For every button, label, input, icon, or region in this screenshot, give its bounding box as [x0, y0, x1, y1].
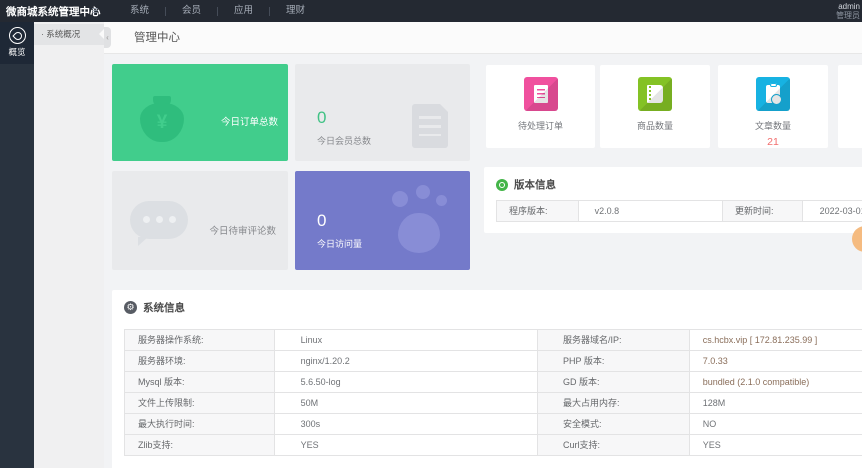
paw-icon: [390, 187, 452, 255]
user-name: admin: [836, 2, 860, 11]
version-label: 程序版本:: [497, 201, 579, 221]
update-time-label: 更新时间:: [723, 201, 803, 221]
gear-icon: ⚙: [124, 301, 137, 314]
table-row: Mysql 版本: 5.6.50-log GD 版本: bundled (2.1…: [125, 372, 862, 393]
system-panel-title: 系统信息: [143, 300, 185, 315]
table-row: 最大执行时间: 300s 安全模式: NO: [125, 414, 862, 435]
stat-card-visits-today: 0 今日访问量: [295, 171, 470, 270]
system-info-panel: ⚙ 系统信息 服务器操作系统: Linux 服务器域名/IP: cs.hcbx.…: [112, 290, 862, 468]
nav-item-member[interactable]: 会员: [166, 0, 217, 22]
version-table: 程序版本: v2.0.8 更新时间: 2022-03-01: [496, 200, 862, 222]
row-label: PHP 版本:: [538, 351, 690, 371]
quick-card-pending-orders[interactable]: 待处理订单: [486, 65, 595, 148]
quick-card-label: 文章数量: [718, 119, 828, 132]
app-title: 微商城系统管理中心: [0, 4, 84, 19]
row-label: 最大占用内存:: [538, 393, 690, 413]
gauge-icon: [9, 27, 26, 44]
main-content: ‹ 管理中心 ¥ 今日订单总数 0 今日会员总数 今日待审评论数 0 今日访问量…: [104, 22, 862, 468]
stat-label: 今日会员总数: [317, 134, 371, 147]
table-row: 服务器环境: nginx/1.20.2 PHP 版本: 7.0.33: [125, 351, 862, 372]
row-label: 服务器操作系统:: [125, 330, 275, 350]
sidebar-collapse-handle[interactable]: ‹: [104, 27, 111, 48]
table-row: 程序版本: v2.0.8 更新时间: 2022-03-01: [497, 201, 862, 222]
stat-value: 0: [317, 211, 326, 231]
row-value: nginx/1.20.2: [275, 351, 538, 371]
row-value: NO: [690, 414, 862, 434]
row-value: 50M: [275, 393, 538, 413]
row-label: GD 版本:: [538, 372, 690, 392]
user-menu[interactable]: admin 管理员: [836, 2, 860, 20]
page-title: 管理中心: [134, 22, 180, 54]
row-label: 服务器域名/IP:: [538, 330, 690, 350]
sidebar-item-system-overview[interactable]: · 系统概况: [34, 24, 104, 45]
quick-card-label: 商品数量: [600, 119, 710, 132]
stat-label: 今日访问量: [317, 237, 362, 250]
row-value: YES: [690, 435, 862, 455]
quick-card-article-count[interactable]: 文章数量 21: [718, 65, 828, 148]
table-row: 文件上传限制: 50M 最大占用内存: 128M: [125, 393, 862, 414]
hamburger-icon[interactable]: ≡: [84, 5, 106, 17]
version-icon: [496, 179, 508, 191]
table-row: 服务器操作系统: Linux 服务器域名/IP: cs.hcbx.vip [ 1…: [125, 330, 862, 351]
page-header: ‹ 管理中心: [104, 22, 862, 54]
row-label: 最大执行时间:: [125, 414, 275, 434]
version-panel-title: 版本信息: [514, 177, 556, 192]
rail-item-overview[interactable]: 概览: [0, 22, 34, 64]
row-label: 文件上传限制:: [125, 393, 275, 413]
row-label: Mysql 版本:: [125, 372, 275, 392]
row-value: 7.0.33: [690, 351, 862, 371]
user-role: 管理员: [836, 11, 860, 20]
top-nav: 系统 会员 应用 理财: [114, 0, 321, 22]
version-info-panel: 版本信息 程序版本: v2.0.8 更新时间: 2022-03-01: [484, 167, 862, 233]
version-value: v2.0.8: [579, 201, 723, 221]
left-rail: 概览: [0, 22, 34, 468]
stat-card-orders-today: ¥ 今日订单总数: [112, 64, 288, 161]
row-value: 128M: [690, 393, 862, 413]
row-label: Curl支持:: [538, 435, 690, 455]
secondary-sidebar: · 系统概况: [34, 22, 104, 468]
table-row: Zlib支持: YES Curl支持: YES: [125, 435, 862, 456]
stat-label: 今日待审评论数: [209, 223, 276, 237]
row-label: 服务器环境:: [125, 351, 275, 371]
update-time-value: 2022-03-01: [803, 201, 862, 221]
selected-notch: [99, 29, 104, 39]
row-value: cs.hcbx.vip [ 172.81.235.99 ]: [690, 330, 862, 350]
money-bag-icon: ¥: [140, 96, 184, 142]
stat-card-members-today: 0 今日会员总数: [295, 64, 470, 161]
sidebar-item-label: · 系统概况: [41, 29, 80, 39]
stat-card-pending-comments: 今日待审评论数: [112, 171, 288, 270]
row-value: Linux: [275, 330, 538, 350]
product-count-icon: [638, 77, 672, 111]
chat-bubble-icon: [130, 201, 188, 241]
nav-item-system[interactable]: 系统: [114, 0, 165, 22]
quick-card-cutoff[interactable]: [838, 65, 862, 148]
article-count-icon: [756, 77, 790, 111]
article-count-value: 21: [718, 136, 828, 148]
row-label: 安全模式:: [538, 414, 690, 434]
quick-card-product-count[interactable]: 商品数量: [600, 65, 710, 148]
row-value: YES: [275, 435, 538, 455]
document-icon: [412, 104, 448, 148]
quick-card-label: 待处理订单: [486, 119, 595, 132]
stat-label: 今日订单总数: [221, 114, 278, 128]
pending-orders-icon: [524, 77, 558, 111]
nav-item-finance[interactable]: 理财: [270, 0, 321, 22]
stat-value: 0: [317, 108, 326, 128]
row-label: Zlib支持:: [125, 435, 275, 455]
row-value: 300s: [275, 414, 538, 434]
row-value: 5.6.50-log: [275, 372, 538, 392]
system-info-table: 服务器操作系统: Linux 服务器域名/IP: cs.hcbx.vip [ 1…: [124, 329, 862, 456]
rail-item-label: 概览: [0, 46, 34, 58]
topbar: 微商城系统管理中心 ≡ 系统 会员 应用 理财 admin 管理员: [0, 0, 862, 22]
nav-item-app[interactable]: 应用: [218, 0, 269, 22]
row-value: bundled (2.1.0 compatible): [690, 372, 862, 392]
